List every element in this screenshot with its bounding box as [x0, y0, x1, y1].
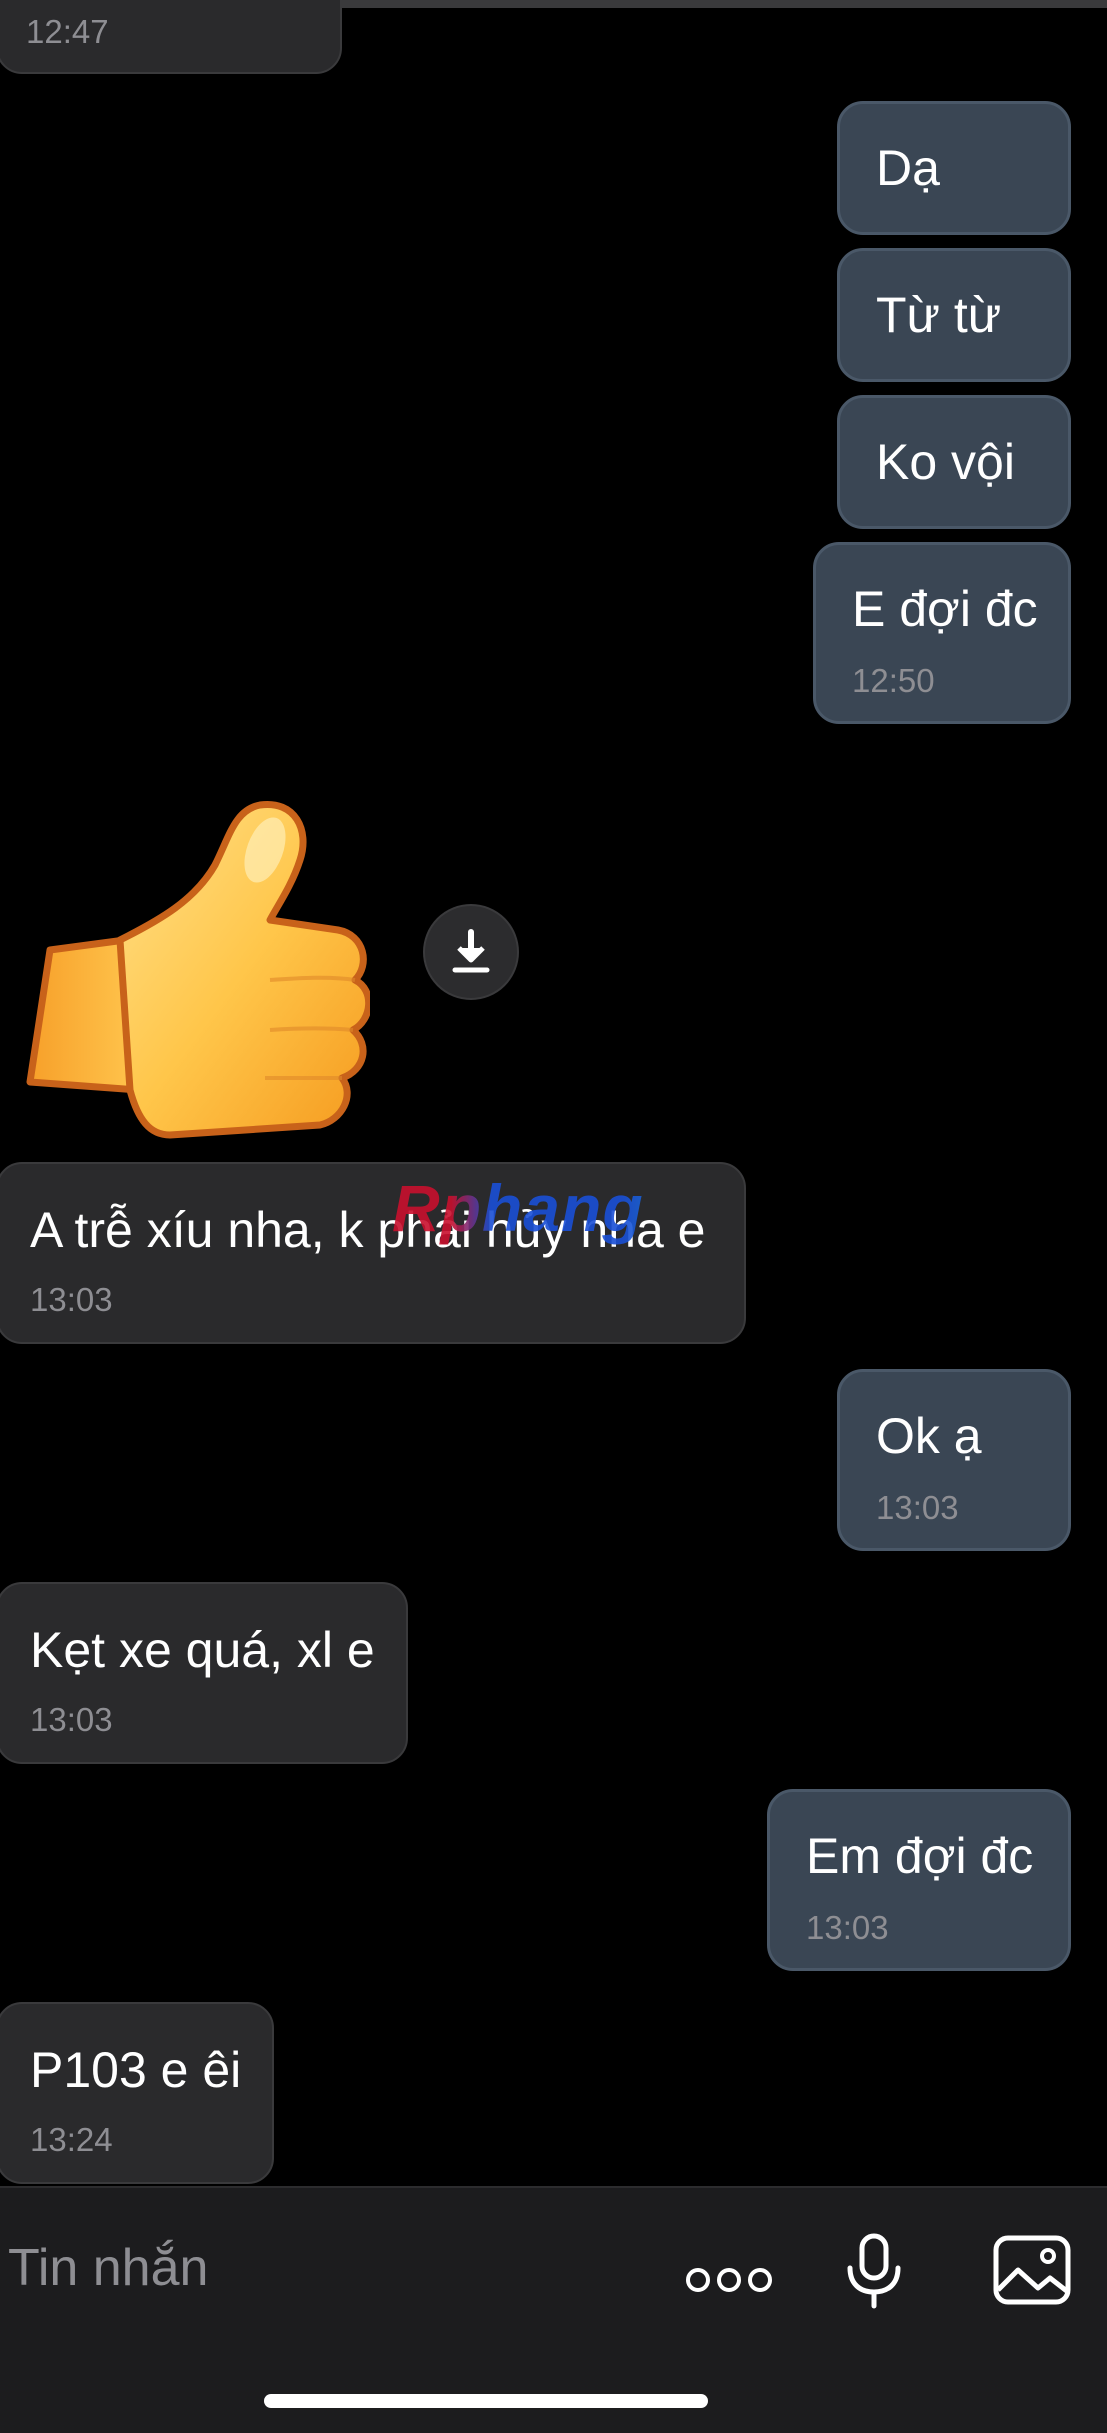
message-time: 13:03: [806, 1909, 889, 1946]
message-time: 13:03: [30, 1701, 113, 1738]
message-bubble-incoming[interactable]: Kẹt xe quá, xl e 13:03: [0, 1582, 408, 1764]
chat-screen: 12:47 Dạ Từ từ Ko vội E đợi đc 12:50 A t…: [0, 0, 1107, 2433]
message-bubble-outgoing[interactable]: Em đợi đc 13:03: [767, 1789, 1071, 1971]
message-time: 13:03: [30, 1281, 113, 1318]
message-time: 12:50: [852, 662, 935, 699]
message-text: Ok ạ: [876, 1408, 982, 1464]
message-bubble-outgoing[interactable]: Ko vội: [837, 395, 1071, 529]
message-text: Từ từ: [876, 287, 1002, 343]
message-composer: Tin nhắn: [0, 2186, 1107, 2433]
message-input[interactable]: Tin nhắn: [8, 2228, 648, 2308]
message-text: Ko vội: [876, 434, 1015, 490]
image-icon[interactable]: [992, 2234, 1072, 2306]
message-text: Dạ: [876, 140, 940, 196]
message-time: 13:03: [876, 1489, 959, 1526]
message-text: E đợi đc: [852, 581, 1038, 637]
message-text: Kẹt xe quá, xl e: [30, 1622, 375, 1678]
message-bubble-incoming[interactable]: P103 e êi 13:24: [0, 2002, 274, 2184]
message-bubble-outgoing[interactable]: Ok ạ 13:03: [837, 1369, 1071, 1551]
message-time: 12:47: [26, 13, 109, 50]
watermark-logo: Rphang: [392, 1168, 722, 1248]
message-bubble-incoming[interactable]: 12:47: [0, 0, 342, 74]
message-bubble-outgoing[interactable]: Dạ: [837, 101, 1071, 235]
message-bubble-outgoing[interactable]: Từ từ: [837, 248, 1071, 382]
download-button[interactable]: [423, 904, 519, 1000]
download-icon: [452, 929, 490, 973]
message-text: Em đợi đc: [806, 1828, 1034, 1884]
message-text: P103 e êi: [30, 2042, 242, 2098]
thumbs-up-sticker[interactable]: [20, 790, 370, 1150]
more-dots-icon[interactable]: [684, 2260, 774, 2300]
microphone-icon[interactable]: [844, 2232, 904, 2312]
message-time: 13:24: [30, 2121, 113, 2158]
message-bubble-outgoing[interactable]: E đợi đc 12:50: [813, 542, 1071, 724]
home-indicator: [264, 2394, 708, 2408]
